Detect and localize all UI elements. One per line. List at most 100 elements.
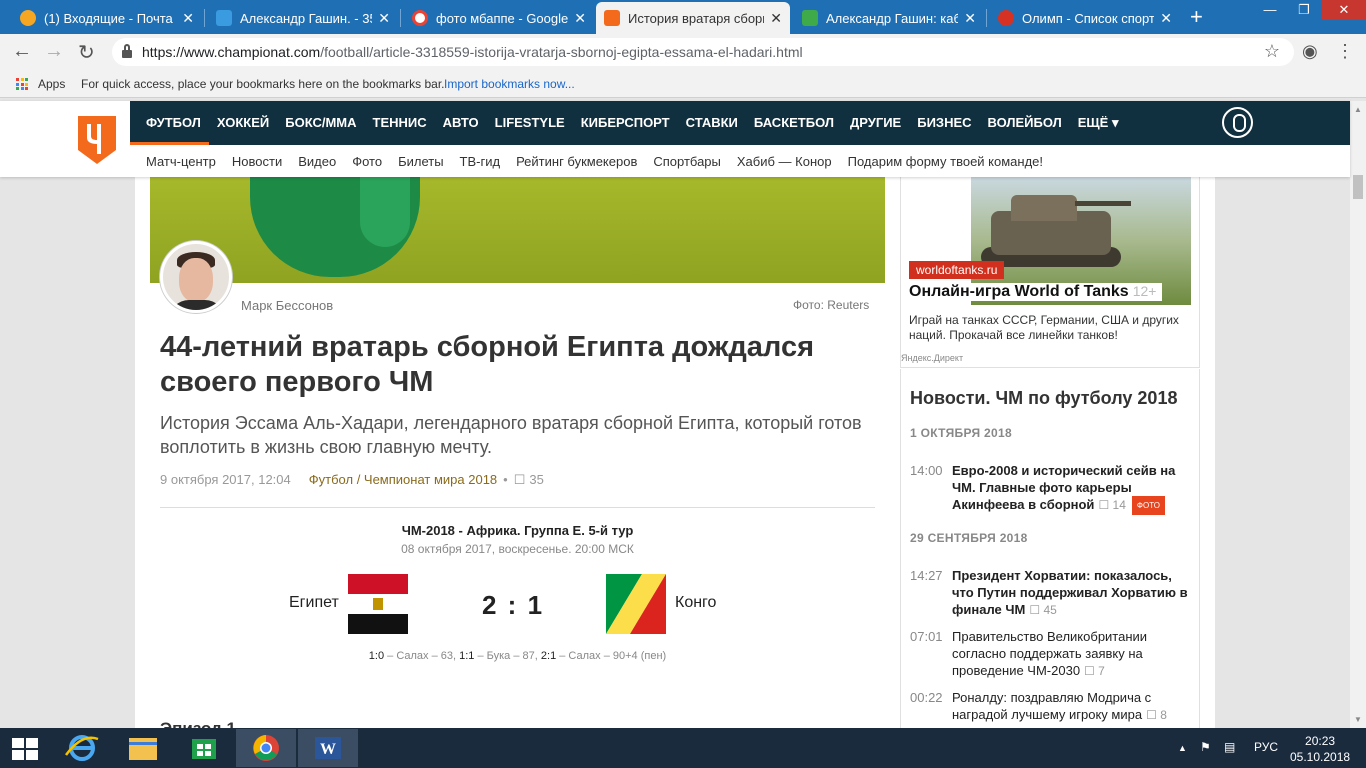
back-button[interactable]: ← bbox=[12, 40, 32, 63]
top-nav-item[interactable]: ДРУГИЕ bbox=[842, 101, 909, 145]
home-team[interactable]: Египет bbox=[289, 594, 339, 612]
sub-nav-item[interactable]: Спортбары bbox=[653, 154, 721, 169]
article-category-link[interactable]: Футбол / Чемпионат мира 2018 bbox=[309, 472, 497, 488]
comment-icon: ☐ 8 bbox=[1146, 708, 1167, 722]
sub-nav-item[interactable]: ТВ-гид bbox=[460, 154, 501, 169]
chrome-taskbar-icon[interactable] bbox=[236, 729, 296, 767]
comment-icon[interactable]: ☐ bbox=[514, 472, 526, 488]
news-item[interactable]: 07:01 Правительство Великобритании согла… bbox=[910, 628, 1195, 680]
tray-expand-icon[interactable]: ▲ bbox=[1178, 743, 1187, 753]
sub-nav-item[interactable]: Матч-центр bbox=[146, 154, 216, 169]
language-indicator[interactable]: РУС bbox=[1254, 740, 1278, 754]
ad-title[interactable]: Онлайн-игра World of Tanks 12+ bbox=[909, 283, 1163, 301]
ie-taskbar-icon[interactable] bbox=[52, 729, 112, 767]
news-sidebar: Новости. ЧМ по футболу 2018 1 ОКТЯБРЯ 20… bbox=[900, 369, 1200, 728]
site-header: ФУТБОЛ ХОККЕЙ БОКС/ММА ТЕННИС АВТО LIFESTYLE К… bbox=[0, 101, 1350, 177]
import-bookmarks-link[interactable]: Import bookmarks now... bbox=[444, 77, 575, 91]
news-heading[interactable]: Новости. ЧМ по футболу 2018 bbox=[910, 388, 1177, 409]
championat-favicon-icon bbox=[604, 10, 620, 26]
close-window-button[interactable]: ✕ bbox=[1322, 0, 1366, 20]
top-nav-item[interactable]: LIFESTYLE bbox=[487, 101, 573, 145]
svg-text:W: W bbox=[320, 741, 336, 758]
top-nav-item[interactable]: СТАВКИ bbox=[678, 101, 746, 145]
close-tab-icon[interactable]: ✕ bbox=[574, 10, 586, 27]
close-tab-icon[interactable]: ✕ bbox=[182, 10, 194, 27]
scroll-up-icon[interactable]: ▲ bbox=[1354, 105, 1362, 114]
chrome-menu-icon[interactable]: ⋮ bbox=[1336, 41, 1354, 62]
tab-profile[interactable]: Александр Гашин. - 352 ✕ bbox=[208, 2, 398, 34]
ad-source[interactable]: Яндекс.Директ bbox=[901, 353, 963, 363]
sub-nav-item[interactable]: Подарим форму твоей команде! bbox=[848, 154, 1043, 169]
profile-favicon-icon bbox=[216, 10, 232, 26]
reload-button[interactable]: ↻ bbox=[78, 40, 95, 65]
tab-olimp[interactable]: Олимп - Список спорти ✕ bbox=[990, 2, 1180, 34]
windows-taskbar: W ▲ ⚑ ▤ РУС 20:23 05.10.2018 bbox=[0, 728, 1366, 768]
flag-tray-icon[interactable]: ⚑ bbox=[1200, 740, 1211, 754]
word-taskbar-icon[interactable]: W bbox=[298, 729, 358, 767]
network-tray-icon[interactable]: ▤ bbox=[1224, 740, 1235, 754]
sidebar-ad[interactable]: worldoftanks.ru Онлайн-игра World of Tan… bbox=[900, 177, 1200, 368]
close-tab-icon[interactable]: ✕ bbox=[1160, 10, 1172, 27]
bookmarks-bar: Apps For quick access, place your bookma… bbox=[0, 70, 1366, 98]
apps-button[interactable]: Apps bbox=[16, 77, 65, 91]
minimize-button[interactable]: — bbox=[1254, 0, 1286, 20]
new-tab-button[interactable]: + bbox=[1190, 4, 1203, 30]
scroll-down-icon[interactable]: ▼ bbox=[1354, 715, 1362, 724]
close-tab-icon[interactable]: ✕ bbox=[378, 10, 390, 27]
restore-button[interactable]: ❐ bbox=[1288, 0, 1320, 20]
author-avatar[interactable] bbox=[160, 241, 232, 313]
news-item[interactable]: 00:22 Роналду: поздравляю Модрича с нагр… bbox=[910, 689, 1195, 724]
top-nav-item[interactable]: БОКС/ММА bbox=[277, 101, 364, 145]
store-taskbar-icon[interactable] bbox=[174, 729, 234, 767]
system-clock[interactable]: 20:23 05.10.2018 bbox=[1290, 733, 1350, 765]
news-item[interactable]: 14:27 Президент Хорватии: показалось, чт… bbox=[910, 567, 1195, 619]
top-nav-item[interactable]: ХОККЕЙ bbox=[209, 101, 277, 145]
page-scrollbar[interactable]: ▲ ▼ bbox=[1350, 101, 1366, 728]
photo-tag: ФОТО bbox=[1131, 496, 1165, 516]
comment-count[interactable]: 35 bbox=[529, 472, 543, 488]
close-tab-icon[interactable]: ✕ bbox=[770, 10, 782, 27]
forward-button[interactable]: → bbox=[44, 40, 64, 63]
news-item[interactable]: 14:00 Евро-2008 и исторический сейв на Ч… bbox=[910, 462, 1195, 516]
sub-nav-item[interactable]: Рейтинг букмекеров bbox=[516, 154, 637, 169]
bookmark-star-icon[interactable]: ☆ bbox=[1264, 41, 1280, 62]
ad-text[interactable]: Играй на танках СССР, Германии, США и др… bbox=[909, 313, 1197, 343]
windows-start-icon[interactable] bbox=[12, 738, 38, 760]
account-icon[interactable]: ◉ bbox=[1302, 41, 1318, 62]
match-score[interactable]: 2 : 1 bbox=[482, 590, 544, 621]
scroll-thumb[interactable] bbox=[1353, 175, 1363, 199]
explorer-taskbar-icon[interactable] bbox=[113, 729, 173, 767]
goal-scorer: – Бука – 87, bbox=[474, 650, 541, 662]
championat-logo-icon[interactable] bbox=[76, 114, 118, 166]
user-login-icon[interactable] bbox=[1222, 107, 1253, 138]
sub-nav-item[interactable]: Видео bbox=[298, 154, 336, 169]
congo-flag-icon bbox=[606, 574, 666, 634]
match-header[interactable]: ЧМ-2018 - Африка. Группа E. 5-й тур bbox=[160, 523, 875, 538]
sub-nav-item[interactable]: Билеты bbox=[398, 154, 443, 169]
address-bar[interactable]: https://www.championat.com/football/arti… bbox=[112, 38, 1294, 66]
top-nav-item[interactable]: БИЗНЕС bbox=[909, 101, 979, 145]
tab-google[interactable]: фото мбаппе - Google- ✕ bbox=[404, 2, 594, 34]
top-nav-item[interactable]: ТЕННИС bbox=[365, 101, 435, 145]
author-name[interactable]: Марк Бессонов bbox=[241, 298, 333, 313]
goal-score: 1:1 bbox=[459, 650, 475, 662]
top-nav-item[interactable]: КИБЕРСПОРТ bbox=[573, 101, 678, 145]
bookmarks-hint: For quick access, place your bookmarks h… bbox=[81, 77, 445, 91]
top-nav-item[interactable]: ВОЛЕЙБОЛ bbox=[980, 101, 1070, 145]
tab-article[interactable]: История вратаря сборн ✕ bbox=[596, 2, 790, 34]
sub-nav-item[interactable]: Хабиб — Конор bbox=[737, 154, 832, 169]
tab-separator bbox=[400, 9, 401, 27]
tab-mail[interactable]: (1) Входящие - Почта М ✕ bbox=[12, 2, 202, 34]
close-tab-icon[interactable]: ✕ bbox=[964, 10, 976, 27]
tab-sheet[interactable]: Александр Гашин: каби ✕ bbox=[794, 2, 984, 34]
away-team[interactable]: Конго bbox=[675, 594, 716, 612]
top-nav-item[interactable]: ЕЩЁ ▾ bbox=[1070, 101, 1127, 145]
top-nav-item[interactable]: ФУТБОЛ bbox=[130, 101, 209, 145]
top-nav-item[interactable]: АВТО bbox=[435, 101, 487, 145]
ad-domain-badge[interactable]: worldoftanks.ru bbox=[909, 261, 1005, 279]
top-nav-item[interactable]: БАСКЕТБОЛ bbox=[746, 101, 842, 145]
sub-nav-item[interactable]: Фото bbox=[352, 154, 382, 169]
url-text[interactable]: https://www.championat.com/football/arti… bbox=[142, 44, 803, 60]
sub-nav-item[interactable]: Новости bbox=[232, 154, 282, 169]
section-heading: Эпизод 1 bbox=[160, 719, 236, 728]
